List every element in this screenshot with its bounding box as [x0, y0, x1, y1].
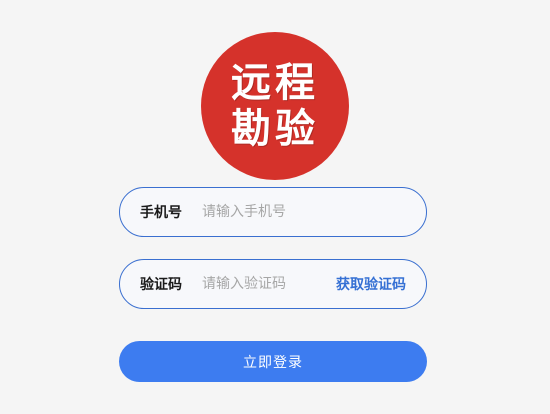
get-code-button[interactable]: 获取验证码: [336, 260, 406, 308]
verification-code-label: 验证码: [140, 277, 182, 293]
login-button[interactable]: 立即登录: [119, 341, 427, 382]
logo-text-line2: 勘验: [231, 105, 319, 152]
logo-text-line1: 远程: [231, 59, 319, 106]
phone-input[interactable]: [202, 198, 402, 226]
verification-code-field[interactable]: 验证码 获取验证码: [119, 259, 427, 309]
verification-code-input[interactable]: [202, 270, 322, 298]
app-logo: 远程 勘验: [201, 32, 349, 180]
phone-field[interactable]: 手机号: [119, 187, 427, 237]
phone-label: 手机号: [140, 205, 182, 221]
